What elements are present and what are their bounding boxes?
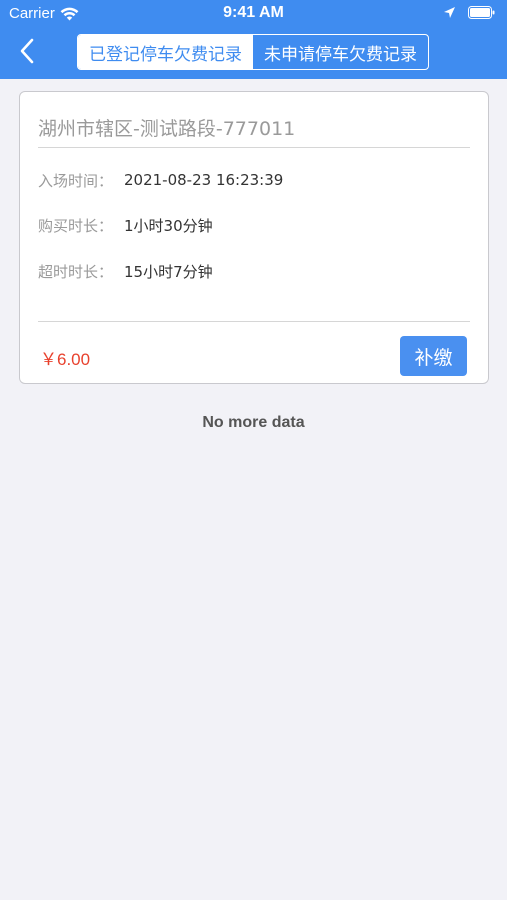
location-arrow-icon <box>443 6 456 19</box>
record-type-segmented-control: 已登记停车欠费记录 未申请停车欠费记录 <box>77 34 429 70</box>
back-button[interactable] <box>12 38 42 68</box>
battery-icon <box>468 6 495 19</box>
nav-header: Carrier 9:41 AM 已登记停车欠费记录 未申请停车欠费记录 <box>0 0 507 79</box>
overtime-duration-value: 15小时7分钟 <box>124 262 213 281</box>
status-bar: Carrier 9:41 AM <box>0 0 507 28</box>
status-time: 9:41 AM <box>223 4 284 21</box>
purchased-duration-value: 1小时30分钟 <box>124 216 213 235</box>
list-end-indicator: No more data <box>202 414 305 431</box>
arrears-record-card: 湖州市辖区-测试路段-777011 入场时间： 2021-08-23 16:23… <box>19 91 489 384</box>
status-right <box>443 6 495 19</box>
arrears-amount: ￥6.00 <box>40 350 91 369</box>
entry-time-label: 入场时间： <box>38 171 114 190</box>
purchased-duration-row: 购买时长： 1小时30分钟 <box>38 214 213 236</box>
record-location-title: 湖州市辖区-测试路段-777011 <box>38 118 296 140</box>
pay-arrears-button[interactable]: 补缴 <box>400 336 467 376</box>
entry-time-row: 入场时间： 2021-08-23 16:23:39 <box>38 169 283 191</box>
purchased-duration-label: 购买时长： <box>38 216 114 235</box>
overtime-duration-label: 超时时长： <box>38 262 114 281</box>
tab-unapplied-arrears[interactable]: 未申请停车欠费记录 <box>253 35 428 69</box>
card-divider <box>38 321 470 322</box>
overtime-duration-row: 超时时长： 15小时7分钟 <box>38 260 213 282</box>
entry-time-value: 2021-08-23 16:23:39 <box>124 171 284 189</box>
chevron-left-icon <box>19 38 35 68</box>
card-divider <box>38 147 470 148</box>
tab-registered-arrears[interactable]: 已登记停车欠费记录 <box>78 35 253 69</box>
